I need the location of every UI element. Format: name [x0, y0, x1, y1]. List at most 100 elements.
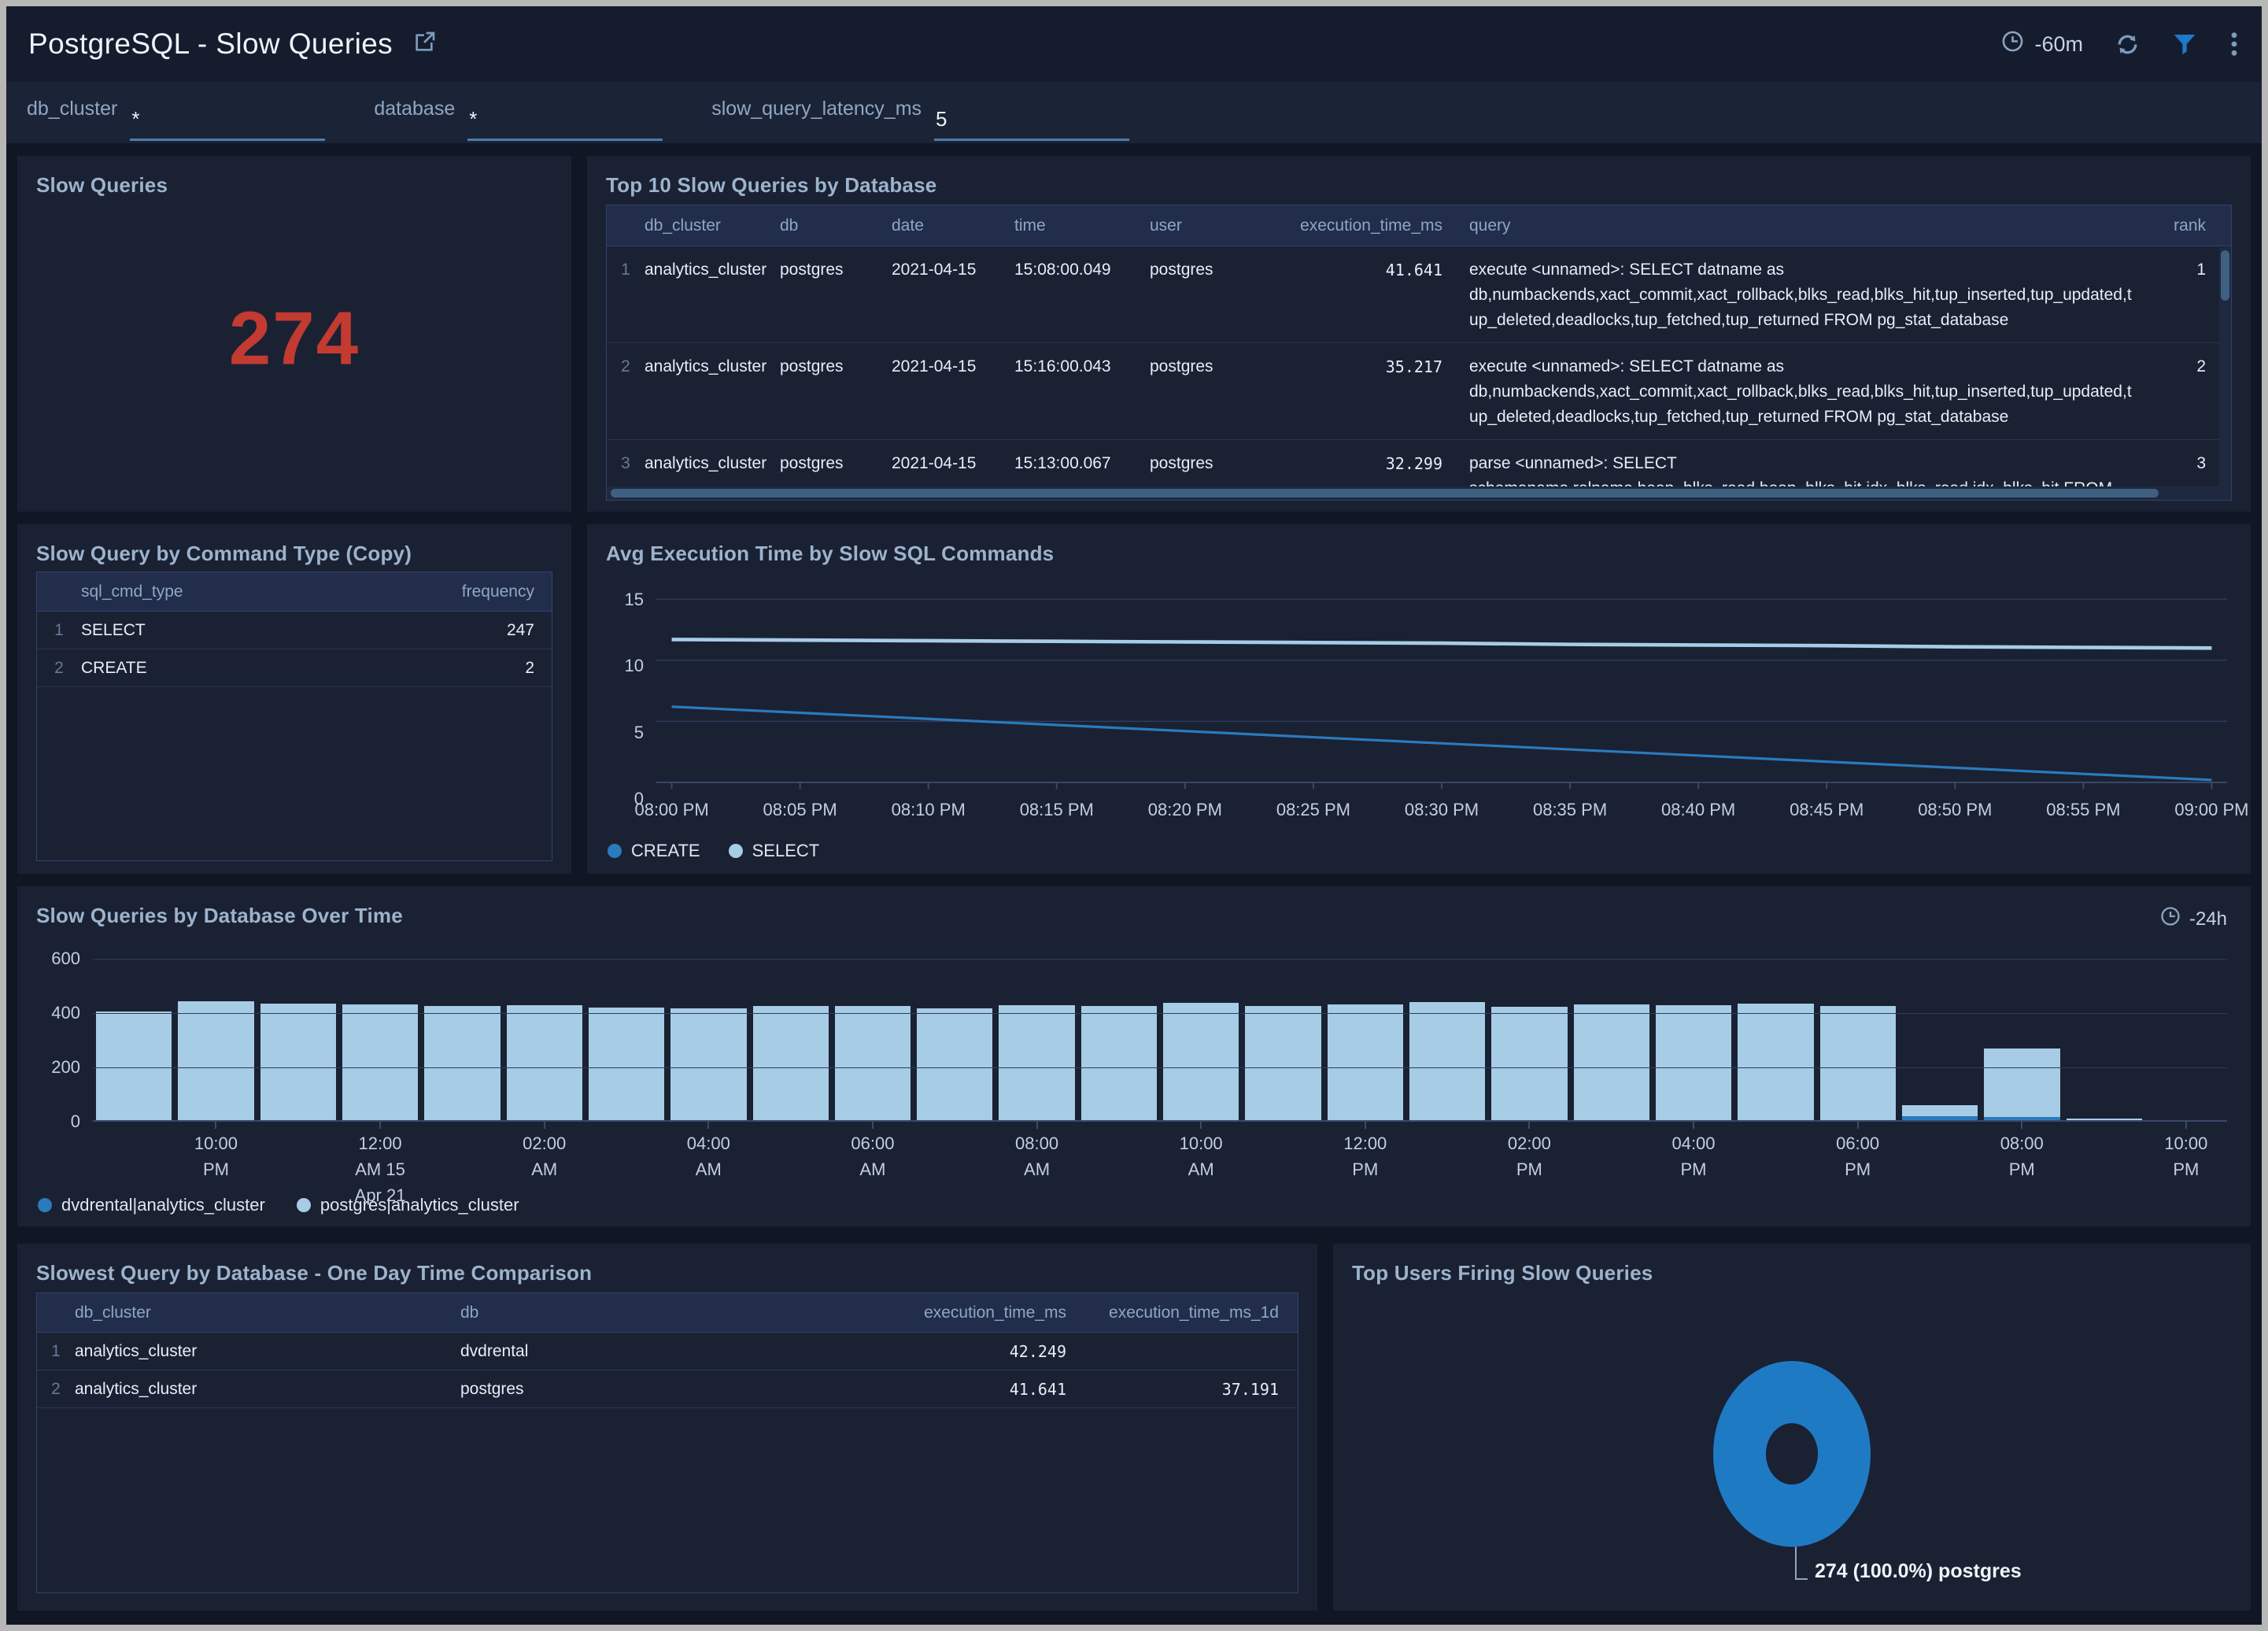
bar-slot[interactable]	[507, 1005, 582, 1120]
export-icon	[412, 30, 437, 59]
cell-time: 15:08:00.049	[1014, 257, 1150, 283]
cell-time: 15:16:00.043	[1014, 354, 1150, 379]
cell-db-cluster: analytics_cluster	[645, 257, 780, 283]
bar-slot[interactable]	[1656, 1005, 1731, 1120]
bar-slot[interactable]	[2067, 1119, 2142, 1120]
panel-title: Slow Queries by Database Over Time	[17, 886, 2251, 928]
bar-slot[interactable]	[178, 1001, 253, 1120]
cell-user: postgres	[1150, 257, 1282, 283]
x-tick-mark	[215, 1122, 216, 1129]
filter-button[interactable]	[2172, 31, 2197, 57]
cell-db: dvdrental	[460, 1342, 807, 1361]
x-tick-label: 12:00PM	[1343, 1130, 1387, 1182]
clock-icon	[2000, 29, 2025, 59]
bar-slot[interactable]	[835, 1006, 911, 1120]
x-tick-label: 04:00AM	[687, 1130, 730, 1182]
row-2: Slow Query by Command Type (Copy) sql_cm…	[17, 524, 2251, 874]
command-type-table-header: sql_cmd_type frequency	[37, 572, 552, 612]
col-execution-time-1d: execution_time_ms_1d	[1066, 1304, 1279, 1322]
bar-slot[interactable]	[589, 1008, 664, 1120]
y-tick-label: 15	[608, 590, 644, 610]
bar-segment-postgres	[178, 1001, 253, 1120]
cell-db: postgres	[780, 354, 892, 379]
donut-chart	[1333, 1244, 2251, 1611]
filter-db-cluster-input[interactable]: *	[130, 107, 325, 141]
cell-row-number: 2	[607, 354, 645, 379]
bar-slot[interactable]	[1163, 1003, 1239, 1120]
scrollbar-thumb[interactable]	[2221, 250, 2229, 301]
panel-title: Slow Query by Command Type (Copy)	[17, 524, 571, 566]
bar-slot[interactable]	[342, 1004, 418, 1120]
x-tick-mark	[1857, 1122, 1859, 1129]
bar-slot[interactable]	[1738, 1004, 1813, 1120]
bar-slot[interactable]	[670, 1008, 746, 1120]
x-tick-label: 08:10 PM	[892, 800, 966, 820]
table-row[interactable]: 2CREATE2	[37, 649, 552, 687]
line-series-select[interactable]	[672, 639, 2212, 648]
table-row[interactable]: 2analytics_clusterpostgres41.64137.191	[37, 1370, 1298, 1408]
x-tick-mark	[872, 1122, 874, 1129]
bar-segment-postgres	[1491, 1007, 1567, 1120]
filter-db-cluster-label: db_cluster	[27, 98, 117, 120]
bar-slot[interactable]	[1902, 1105, 1978, 1120]
top10-horizontal-scrollbar[interactable]	[607, 486, 2219, 500]
export-button[interactable]	[412, 30, 437, 59]
cell-query: execute <unnamed>: SELECT datname as db,…	[1442, 354, 2160, 430]
col-rank: rank	[2160, 216, 2206, 235]
table-row[interactable]: 1analytics_clusterpostgres2021-04-1515:0…	[607, 246, 2231, 343]
bar-slot[interactable]	[96, 1012, 172, 1120]
bar-slot[interactable]	[1409, 1002, 1485, 1120]
legend-item-postgres[interactable]: postgres|analytics_cluster	[297, 1195, 519, 1215]
bar-slot[interactable]	[917, 1008, 992, 1120]
bar-slot[interactable]	[1081, 1006, 1157, 1120]
dashboard-body: Slow Queries 274 Top 10 Slow Queries by …	[6, 143, 2262, 1625]
bar-segment-postgres	[917, 1008, 992, 1120]
x-tick-mark	[1036, 1122, 1038, 1129]
panel-time-range-button[interactable]: -24h	[2159, 905, 2227, 933]
bar-slot[interactable]	[753, 1006, 829, 1120]
refresh-button[interactable]	[2115, 31, 2141, 57]
gridline	[93, 1013, 2227, 1014]
clock-icon	[2159, 905, 2181, 933]
legend-label: dvdrental|analytics_cluster	[61, 1195, 265, 1215]
filter-database-input[interactable]: *	[467, 107, 663, 141]
cell-row-number: 2	[37, 1380, 75, 1399]
bar-slot[interactable]	[1574, 1004, 1649, 1120]
bar-slot[interactable]	[424, 1006, 500, 1120]
filter-latency-input[interactable]: 5	[934, 107, 1129, 141]
bar-slot[interactable]	[1820, 1006, 1896, 1120]
cell-row-number: 1	[37, 621, 81, 640]
y-tick-label: 10	[608, 656, 644, 676]
bar-slot[interactable]	[1984, 1048, 2059, 1120]
cell-query: execute <unnamed>: SELECT datname as db,…	[1442, 257, 2160, 333]
bar-slot[interactable]	[1245, 1006, 1321, 1120]
x-tick-mark	[1693, 1122, 1694, 1129]
table-row[interactable]: 1analytics_clusterdvdrental42.249	[37, 1333, 1298, 1370]
legend-item-create[interactable]: CREATE	[608, 841, 700, 861]
time-range-button[interactable]: -60m	[2000, 29, 2083, 59]
x-tick-mark	[1528, 1122, 1530, 1129]
line-series-create[interactable]	[672, 707, 2212, 780]
top10-table-header: db_cluster db date time user execution_t…	[607, 205, 2231, 246]
bar-slot[interactable]	[260, 1004, 336, 1120]
cell-execution-time: 42.249	[807, 1342, 1066, 1361]
filter-bar: db_cluster * database * slow_query_laten…	[6, 82, 2262, 143]
bar-slot[interactable]	[1491, 1007, 1567, 1120]
scrollbar-thumb[interactable]	[611, 489, 2159, 497]
bar-slot[interactable]	[999, 1005, 1074, 1120]
legend-item-select[interactable]: SELECT	[729, 841, 820, 861]
cell-user: postgres	[1150, 354, 1282, 379]
table-row[interactable]: 1SELECT247	[37, 612, 552, 649]
kebab-menu-button[interactable]	[2229, 31, 2240, 57]
bar-slot[interactable]	[1328, 1004, 1403, 1120]
panel-time-range-label: -24h	[2189, 908, 2227, 930]
command-type-table: sql_cmd_type frequency 1SELECT2472CREATE…	[36, 571, 552, 861]
legend-dot-create	[608, 844, 622, 858]
filter-database-label: database	[374, 98, 455, 120]
bar-segment-postgres	[999, 1005, 1074, 1120]
filter-latency-label: slow_query_latency_ms	[711, 98, 922, 120]
cell-execution-time: 32.299	[1282, 451, 1442, 476]
top10-vertical-scrollbar[interactable]	[2219, 247, 2231, 500]
legend-item-dvdrental[interactable]: dvdrental|analytics_cluster	[38, 1195, 265, 1215]
table-row[interactable]: 2analytics_clusterpostgres2021-04-1515:1…	[607, 343, 2231, 440]
